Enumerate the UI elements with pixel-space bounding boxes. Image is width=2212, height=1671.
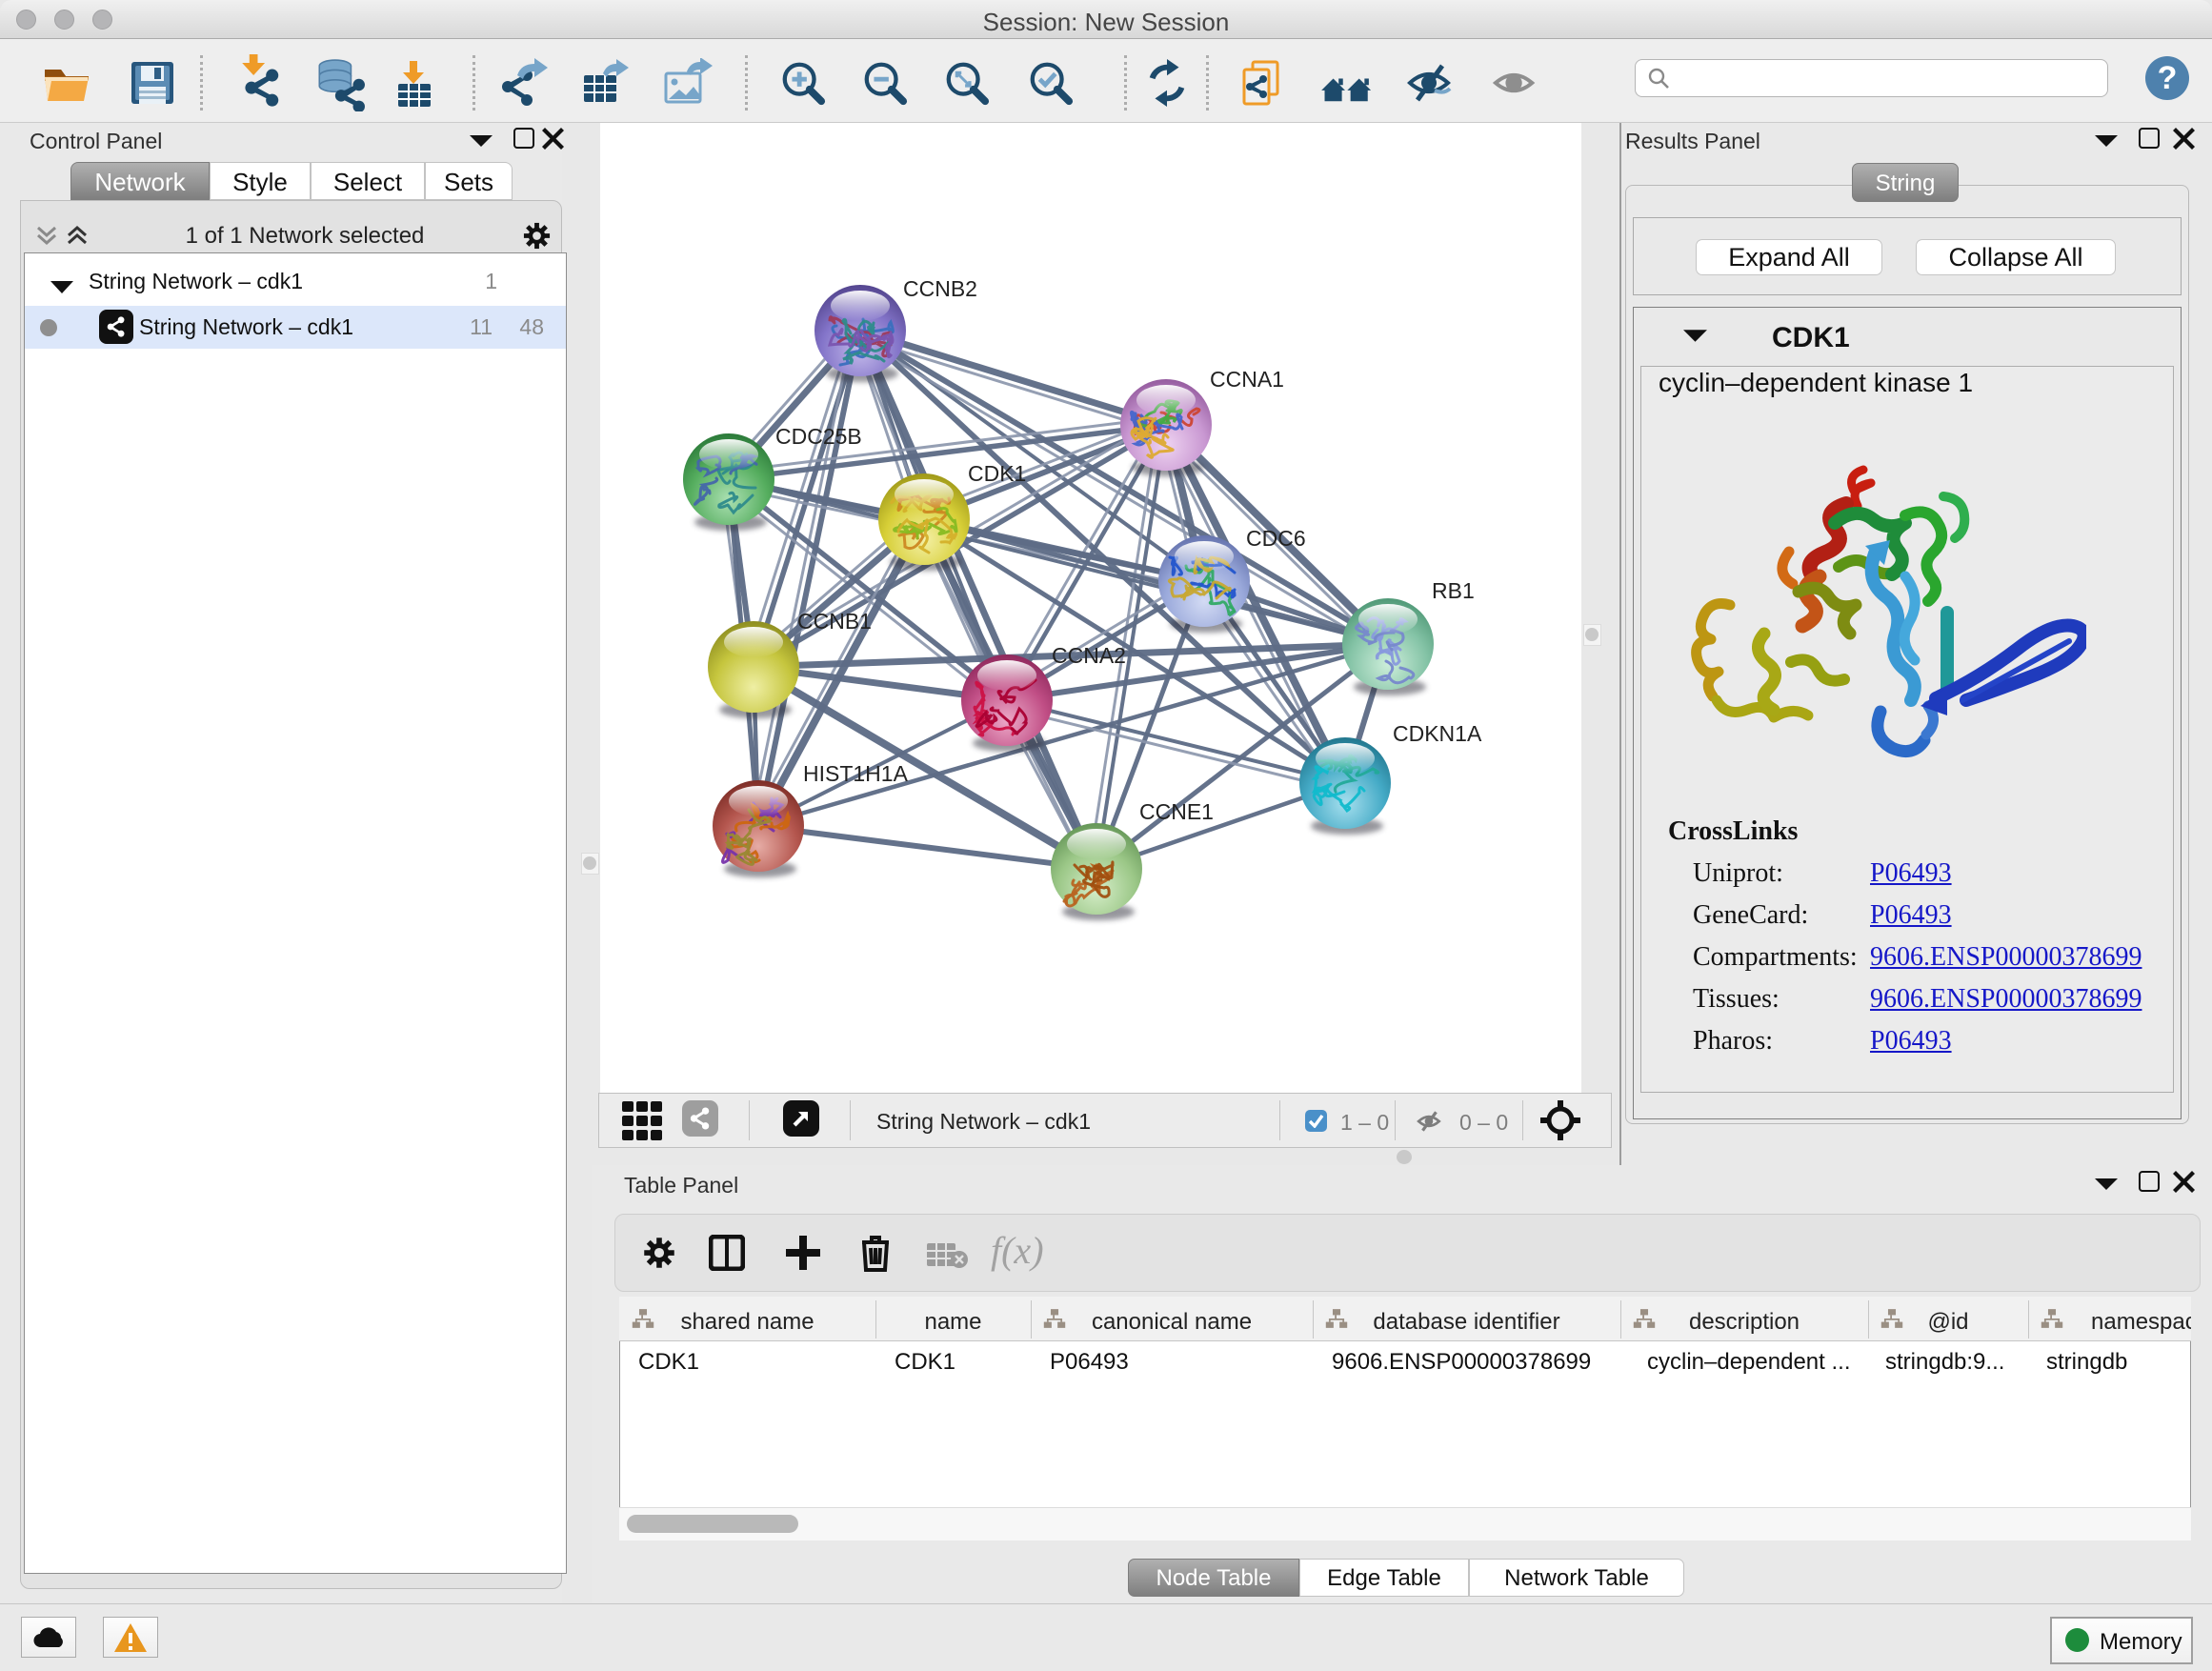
svg-text:CCNA1: CCNA1 (1210, 367, 1284, 392)
svg-text:CCNA2: CCNA2 (1052, 643, 1126, 668)
svg-text:HIST1H1A: HIST1H1A (803, 761, 909, 786)
svg-text:CDKN1A: CDKN1A (1393, 721, 1482, 746)
svg-text:CDC25B: CDC25B (775, 424, 862, 449)
svg-text:CDC6: CDC6 (1246, 526, 1306, 551)
svg-text:CCNB1: CCNB1 (797, 609, 872, 634)
svg-text:CDK1: CDK1 (968, 461, 1026, 486)
svg-text:CCNB2: CCNB2 (903, 276, 977, 301)
svg-text:CCNE1: CCNE1 (1139, 799, 1214, 824)
svg-text:RB1: RB1 (1432, 578, 1475, 603)
